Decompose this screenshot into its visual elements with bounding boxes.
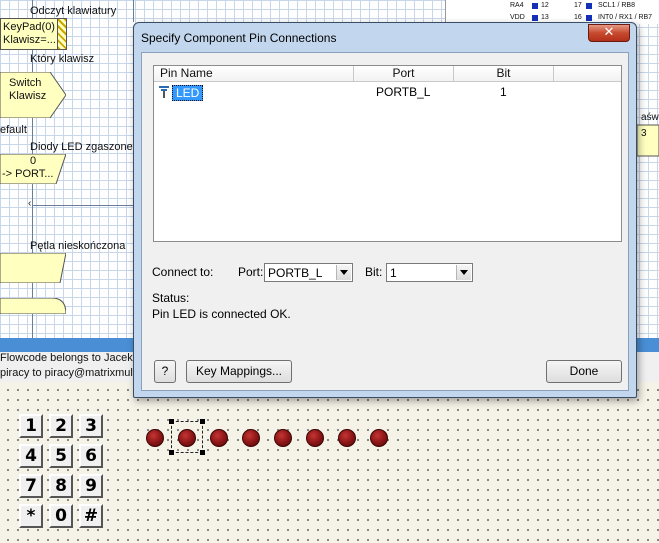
resize-handle[interactable] xyxy=(169,419,174,424)
petla-label: Pętla nieskończona xyxy=(30,240,126,252)
key-4[interactable]: 4 xyxy=(19,444,43,468)
resize-handle[interactable] xyxy=(169,450,174,455)
led-6[interactable] xyxy=(338,429,356,447)
port-label: Port: xyxy=(238,265,264,279)
status-text: Pin LED is connected OK. xyxy=(152,307,291,321)
chevron-down-icon[interactable] xyxy=(456,265,471,280)
key-1[interactable]: 1 xyxy=(19,414,43,438)
chip-pin-marker xyxy=(586,3,592,9)
connect-to-label: Connect to: xyxy=(152,265,214,279)
chip-pin-number: 13 xyxy=(541,14,549,21)
key-star[interactable]: * xyxy=(19,504,43,528)
loop-arrow-icon: ‹ xyxy=(28,198,32,209)
key-0[interactable]: 0 xyxy=(49,504,73,528)
chip-pin-label: RA4 xyxy=(510,2,524,9)
chip-pin-number: 12 xyxy=(541,2,549,9)
chip-pin-label: INT0 / RX1 / RB7 xyxy=(598,14,653,21)
key-8[interactable]: 8 xyxy=(49,474,73,498)
column-header-pin-name[interactable]: Pin Name xyxy=(154,66,354,82)
help-button[interactable]: ? xyxy=(154,360,176,383)
led-0[interactable] xyxy=(146,429,164,447)
chip-pin-marker xyxy=(532,3,538,9)
bit-select[interactable]: 1 xyxy=(386,263,473,282)
key-5[interactable]: 5 xyxy=(49,444,73,468)
keypad-macro-box[interactable]: KeyPad(0) Klawisz=... xyxy=(0,18,60,50)
dialog-title-bar[interactable]: Specify Component Pin Connections ✕ xyxy=(134,23,636,51)
chip-pin-number: 17 xyxy=(574,2,582,9)
close-icon: ✕ xyxy=(603,25,615,40)
keypad-line-1: KeyPad(0) xyxy=(3,21,55,33)
led-2[interactable] xyxy=(210,429,228,447)
led-4[interactable] xyxy=(274,429,292,447)
port-select[interactable]: PORTB_L xyxy=(264,263,353,282)
port-line-2: -> PORT... xyxy=(2,168,54,180)
chip-pinout: RA4 12 17 SCL1 / RB8 VDD 13 16 INT0 / RX… xyxy=(445,0,659,24)
flow-line xyxy=(133,0,134,22)
bit-select-value: 1 xyxy=(390,266,397,280)
key-hash[interactable]: # xyxy=(79,504,103,528)
pin-connections-dialog: Specify Component Pin Connections ✕ Pin … xyxy=(133,22,637,398)
default-label: efault xyxy=(0,124,27,136)
led-5[interactable] xyxy=(306,429,324,447)
key-mappings-button[interactable]: Key Mappings... xyxy=(186,360,292,383)
right-label-2: 3 xyxy=(641,128,647,139)
right-flow-box[interactable]: aświ 3 xyxy=(637,110,659,170)
close-button[interactable]: ✕ xyxy=(588,24,630,42)
resize-handle[interactable] xyxy=(200,419,205,424)
ktory-label: Który klawisz xyxy=(30,53,95,65)
column-header-filler xyxy=(554,66,621,82)
diody-label: Diody LED zgaszone xyxy=(30,141,133,153)
led-3[interactable] xyxy=(242,429,260,447)
key-9[interactable]: 9 xyxy=(79,474,103,498)
key-2[interactable]: 2 xyxy=(49,414,73,438)
led-7[interactable] xyxy=(370,429,388,447)
chevron-down-icon[interactable] xyxy=(336,265,351,280)
done-button[interactable]: Done xyxy=(546,360,622,383)
switch-line-2: Klawisz xyxy=(9,90,47,102)
port-cell: PORTB_L xyxy=(376,85,431,99)
dialog-client: Pin Name Port Bit LED PORTB_L 1 Connect … xyxy=(141,52,629,391)
dialog-title: Specify Component Pin Connections xyxy=(141,31,337,45)
key-6[interactable]: 6 xyxy=(79,444,103,468)
key-7[interactable]: 7 xyxy=(19,474,43,498)
chip-pin-marker xyxy=(586,15,592,21)
message-line-1: Flowcode belongs to Jacek E xyxy=(0,352,144,364)
right-label-1: aświ xyxy=(641,112,659,123)
pin-name-cell: LED xyxy=(172,85,204,101)
odczyt-label: Odczyt klawiatury xyxy=(30,5,117,17)
end-terminator-shape[interactable] xyxy=(0,298,66,314)
status-label: Status: xyxy=(152,291,190,305)
pin-connection-icon xyxy=(159,86,169,98)
port-select-value: PORTB_L xyxy=(268,266,323,280)
bit-cell: 1 xyxy=(500,85,507,99)
column-header-port[interactable]: Port xyxy=(354,66,454,82)
chip-pin-label: VDD xyxy=(510,14,525,21)
resize-handle[interactable] xyxy=(200,450,205,455)
macro-stripe xyxy=(57,18,67,50)
keypad-line-2: Klawisz=... xyxy=(3,34,56,46)
chip-pin-label: SCL1 / RB8 xyxy=(598,2,635,9)
port-line-1: 0 xyxy=(30,155,37,167)
chip-pin-marker xyxy=(532,15,538,21)
key-3[interactable]: 3 xyxy=(79,414,103,438)
pin-list[interactable]: Pin Name Port Bit LED PORTB_L 1 xyxy=(153,65,622,242)
bit-label: Bit: xyxy=(365,265,383,279)
loop-return-line xyxy=(32,205,133,206)
message-line-2: piracy to piracy@matrixmulti xyxy=(0,367,139,379)
column-header-bit[interactable]: Bit xyxy=(454,66,554,82)
loop-end-shape[interactable] xyxy=(0,253,66,283)
chip-pin-number: 16 xyxy=(574,14,582,21)
led-selection-frame[interactable] xyxy=(171,421,203,453)
switch-line-1: Switch xyxy=(9,77,42,89)
